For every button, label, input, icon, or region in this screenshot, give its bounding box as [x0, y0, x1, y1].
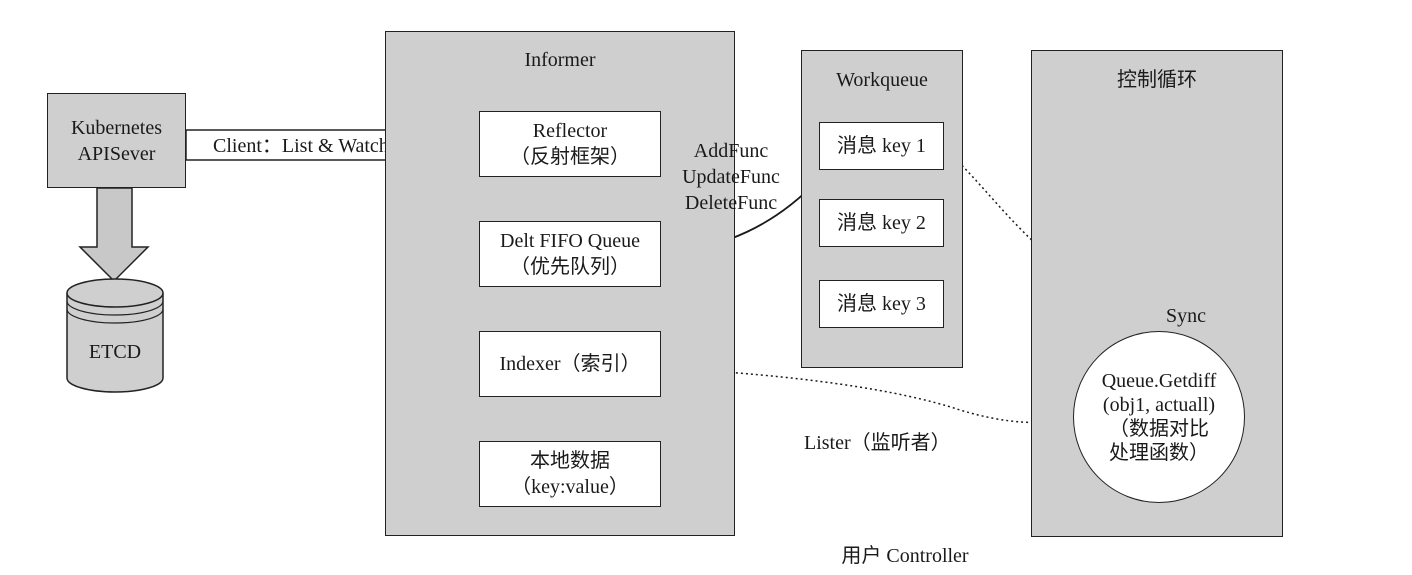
workqueue-item-label: 消息 key 3 [837, 293, 926, 315]
getdiff-line4: 处理函数） [1109, 442, 1209, 464]
workqueue-title: Workqueue [836, 69, 928, 91]
add-func-label: AddFunc [693, 140, 769, 162]
indexer-label: Indexer（索引） [499, 353, 641, 375]
workqueue-item-label: 消息 key 1 [837, 135, 926, 157]
getdiff-line2: (obj1, actuall) [1102, 394, 1216, 416]
diagram-caption: 用户 Controller [841, 545, 969, 567]
api-server-box: Kubernetes APISever [47, 93, 186, 188]
lister-label: Lister（监听者） [804, 432, 951, 454]
etcd-cylinder [66, 278, 164, 393]
reflector-line2: （反射框架） [510, 146, 630, 168]
delta-fifo-line2: （优先队列） [510, 256, 630, 278]
reflector-line1: Reflector [532, 120, 608, 142]
local-data-line1: 本地数据 [530, 450, 610, 472]
reflector-box: Reflector （反射框架） [479, 111, 661, 177]
local-data-box: 本地数据 （key:value） [479, 441, 661, 507]
handler-funcs: AddFunc UpdateFunc DeleteFunc [668, 138, 794, 216]
workqueue-item-label: 消息 key 2 [837, 212, 926, 234]
api-server-line1: Kubernetes [70, 116, 163, 139]
workqueue-item: 消息 key 2 [819, 199, 944, 247]
getdiff-line3: （数据对比 [1109, 418, 1209, 440]
indexer-box: Indexer（索引） [479, 331, 661, 397]
control-loop-title: 控制循环 [1117, 69, 1197, 91]
getdiff-circle: Queue.Getdiff (obj1, actuall) （数据对比 处理函数… [1073, 331, 1245, 503]
delta-fifo-line1: Delt FIFO Queue [500, 230, 640, 252]
getdiff-line1: Queue.Getdiff [1101, 370, 1217, 392]
delta-fifo-box: Delt FIFO Queue （优先队列） [479, 221, 661, 287]
workqueue-item: 消息 key 3 [819, 280, 944, 328]
local-data-line2: （key:value） [511, 476, 629, 498]
workqueue-item: 消息 key 1 [819, 122, 944, 170]
update-func-label: UpdateFunc [682, 166, 780, 188]
etcd-label: ETCD [88, 341, 142, 363]
api-server-line2: APISever [77, 142, 156, 165]
delete-func-label: DeleteFunc [684, 192, 778, 214]
client-list-watch-label: Client：List & Watch [213, 135, 389, 157]
informer-title: Informer [524, 49, 596, 71]
sync-label: Sync [1166, 305, 1206, 327]
api-to-etcd-arrow [78, 187, 150, 283]
